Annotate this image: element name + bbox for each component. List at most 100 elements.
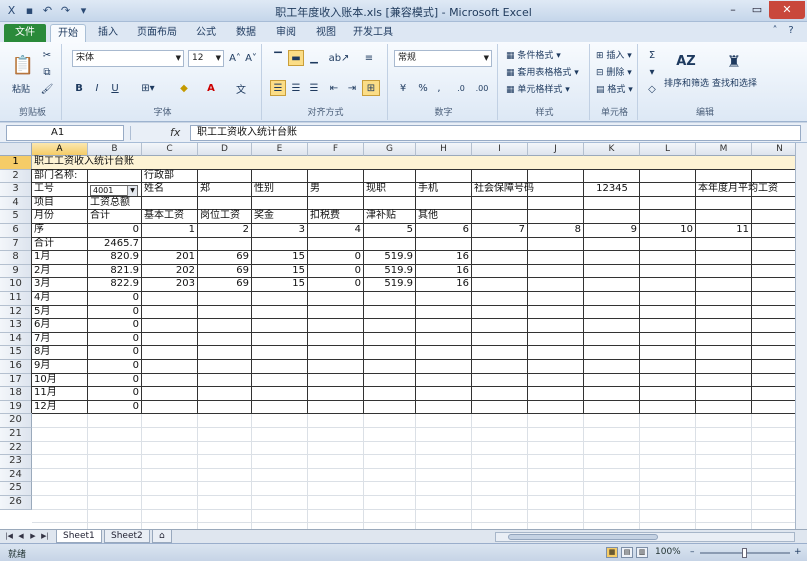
font-name-select[interactable]: 宋体 ▼	[72, 50, 184, 67]
month-cell[interactable]: 11月	[32, 387, 88, 401]
column-header-B[interactable]: B	[88, 143, 142, 156]
other-value-cell[interactable]: 16	[416, 265, 472, 279]
paste-icon[interactable]: 📋	[10, 48, 36, 82]
decrease-decimal-button[interactable]: .00	[472, 80, 492, 96]
gender-label-cell[interactable]: 性别	[252, 183, 308, 197]
item-label-cell[interactable]: 项目	[32, 197, 88, 211]
row-header-3[interactable]: 3	[0, 183, 32, 197]
ssn-label-cell[interactable]: 社会保障号码	[472, 183, 534, 197]
tab-4[interactable]: 公式	[188, 24, 224, 42]
tab-0[interactable]: 文件	[4, 24, 46, 42]
row-header-1[interactable]: 1	[0, 156, 32, 170]
grow-font-button[interactable]: A˄	[228, 50, 242, 66]
sheet-tab-1[interactable]: Sheet2	[104, 530, 150, 543]
bold-button[interactable]: B	[72, 80, 86, 96]
summary-label-cell[interactable]: 工资总额	[88, 197, 142, 211]
tab-8[interactable]: 开发工具	[348, 24, 398, 42]
column-header-F[interactable]: F	[308, 143, 364, 156]
tab-3[interactable]: 页面布局	[130, 24, 184, 42]
next-sheet-icon[interactable]: ▶	[28, 531, 38, 542]
find-select-label[interactable]: 查找和选择	[712, 76, 757, 89]
font-size-select[interactable]: 12 ▼	[188, 50, 224, 67]
percent-button[interactable]: %	[416, 80, 430, 96]
cut-icon[interactable]: ✂	[40, 48, 54, 62]
other-value-cell[interactable]: 16	[416, 278, 472, 292]
total-value-cell[interactable]: 0	[88, 346, 142, 360]
zoom-slider-knob[interactable]	[742, 548, 747, 558]
align-bottom-icon[interactable]: ▁	[306, 50, 322, 66]
seq-number-cell[interactable]: 2	[198, 224, 252, 238]
delete-cells-button[interactable]: ⊟ 删除 ▾	[596, 65, 632, 78]
align-right-icon[interactable]: ☰	[306, 80, 322, 96]
month-cell[interactable]: 7月	[32, 333, 88, 347]
total-row-label-cell[interactable]: 合计	[32, 238, 88, 252]
row-header-22[interactable]: 22	[0, 441, 32, 456]
underline-button[interactable]: U	[108, 80, 122, 96]
total-value-cell[interactable]: 0	[88, 360, 142, 374]
column-header-J[interactable]: J	[528, 143, 584, 156]
year-average-label-cell[interactable]: 本年度月平均工资	[696, 183, 778, 197]
column-header-C[interactable]: C	[142, 143, 198, 156]
row-header-26[interactable]: 26	[0, 496, 32, 510]
format-cells-button[interactable]: ▤ 格式 ▾	[596, 82, 633, 95]
seq-number-cell[interactable]: 7	[472, 224, 528, 238]
total-value-cell[interactable]: 820.9	[88, 251, 142, 265]
month-cell[interactable]: 4月	[32, 292, 88, 306]
font-color-button[interactable]: A	[200, 80, 222, 96]
conditional-format-button[interactable]: ▦ 条件格式 ▾	[506, 48, 561, 61]
number-format-select[interactable]: 常规 ▼	[394, 50, 492, 67]
format-painter-icon[interactable]: 🖌	[40, 82, 54, 96]
deduct-value-cell[interactable]: 0	[308, 251, 364, 265]
tab-2[interactable]: 插入	[90, 24, 126, 42]
total-value-cell[interactable]: 822.9	[88, 278, 142, 292]
horizontal-scrollbar[interactable]	[495, 532, 795, 542]
insert-cells-button[interactable]: ⊞ 插入 ▾	[596, 48, 632, 61]
gender-value-cell[interactable]: 男	[308, 183, 364, 197]
align-top-icon[interactable]: ▔	[270, 50, 286, 66]
tab-7[interactable]: 视图	[308, 24, 344, 42]
phonetic-button[interactable]: 文	[230, 80, 252, 96]
row-header-14[interactable]: 14	[0, 332, 32, 347]
seq-number-cell[interactable]: 1	[142, 224, 198, 238]
basic-value-cell[interactable]: 203	[142, 278, 198, 292]
sheet-tab-0[interactable]: Sheet1	[56, 530, 102, 543]
zoom-in-button[interactable]: +	[794, 547, 802, 557]
page-break-view-icon[interactable]: ▥	[636, 547, 648, 558]
basic-pay-header-cell[interactable]: 基本工资	[142, 210, 198, 224]
zoom-level[interactable]: 100%	[655, 547, 681, 557]
tab-5[interactable]: 数据	[228, 24, 264, 42]
subsidy-header-cell[interactable]: 津补贴	[364, 210, 416, 224]
row-header-23[interactable]: 23	[0, 455, 32, 469]
bonus-header-cell[interactable]: 奖金	[252, 210, 308, 224]
employee-id-dropdown[interactable]: 4001 ▼	[90, 185, 138, 197]
total-value-cell[interactable]: 0	[88, 401, 142, 415]
tab-1[interactable]: 开始	[50, 24, 86, 42]
id-label-cell[interactable]: 工号	[32, 183, 88, 197]
month-cell[interactable]: 3月	[32, 278, 88, 292]
column-header-H[interactable]: H	[416, 143, 472, 156]
first-sheet-icon[interactable]: |◀	[4, 531, 14, 542]
total-value-cell[interactable]: 0	[88, 319, 142, 333]
column-header-A[interactable]: A	[32, 143, 88, 156]
column-header-E[interactable]: E	[252, 143, 308, 156]
autosum-button[interactable]: Σ	[644, 48, 660, 62]
fill-color-button[interactable]: ◆	[172, 80, 196, 96]
clear-button[interactable]: ◇	[644, 82, 660, 96]
deduct-value-cell[interactable]: 0	[308, 265, 364, 279]
subsidy-value-cell[interactable]: 519.9	[364, 278, 416, 292]
zoom-slider[interactable]	[700, 548, 790, 558]
month-cell[interactable]: 2月	[32, 265, 88, 279]
copy-icon[interactable]: ⧉	[40, 65, 54, 79]
align-left-icon[interactable]: ☰	[270, 80, 286, 96]
vertical-scrollbar[interactable]	[795, 143, 807, 529]
row-header-20[interactable]: 20	[0, 414, 32, 428]
column-header-M[interactable]: M	[696, 143, 752, 156]
row-header-18[interactable]: 18	[0, 387, 32, 401]
minimize-button[interactable]: –	[721, 1, 745, 19]
total-value-cell[interactable]: 821.9	[88, 265, 142, 279]
sort-filter-icon[interactable]: AZ	[672, 48, 700, 74]
row-header-19[interactable]: 19	[0, 400, 32, 415]
month-cell[interactable]: 10月	[32, 374, 88, 388]
basic-value-cell[interactable]: 202	[142, 265, 198, 279]
total-value-cell[interactable]: 0	[88, 306, 142, 320]
